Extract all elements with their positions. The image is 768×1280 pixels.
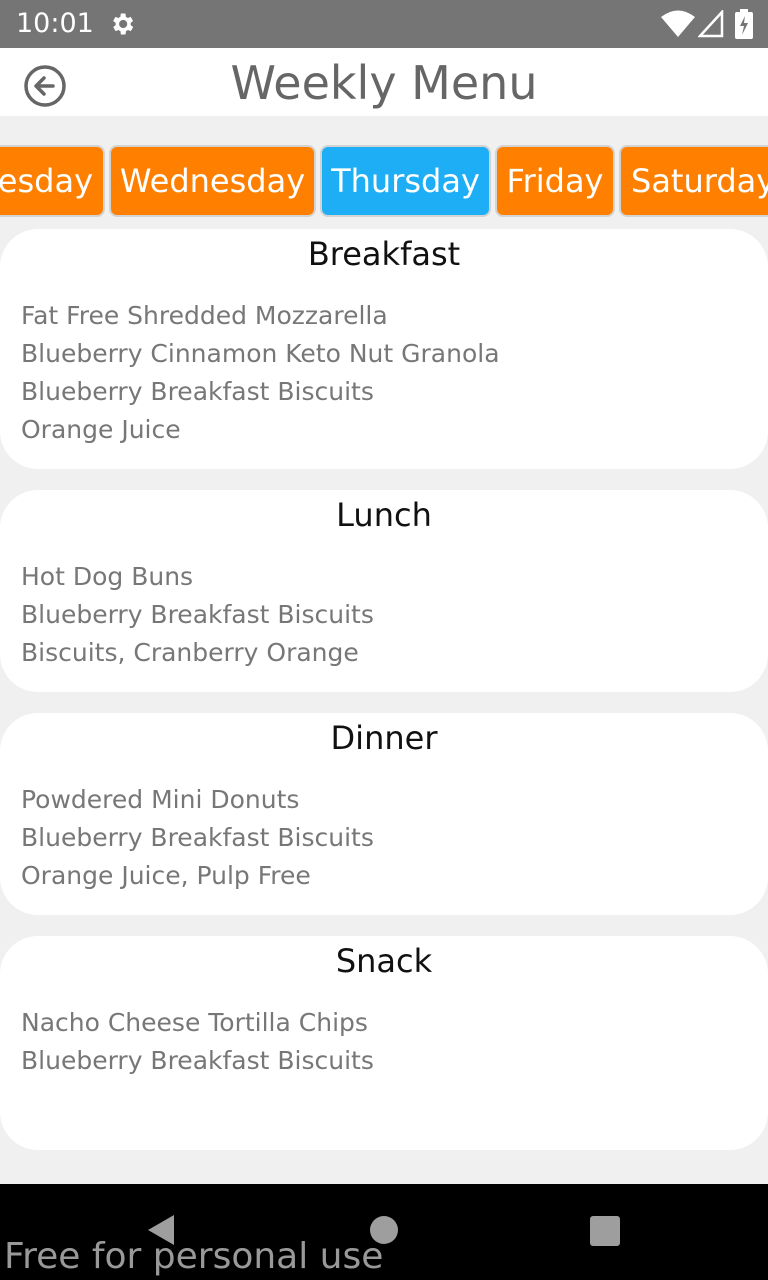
tab-saturday[interactable]: Saturday <box>619 145 768 217</box>
dinner-items: Powdered Mini Donuts Blueberry Breakfast… <box>21 781 374 895</box>
gear-icon <box>113 13 134 35</box>
dinner-card: Dinner Powdered Mini Donuts Blueberry Br… <box>0 713 768 915</box>
snack-items: Nacho Cheese Tortilla Chips Blueberry Br… <box>21 1004 374 1080</box>
lunch-card: Lunch Hot Dog Buns Blueberry Breakfast B… <box>0 490 768 692</box>
breakfast-title: Breakfast <box>307 235 461 273</box>
tab-tuesday[interactable]: esday <box>0 145 105 217</box>
battery-icon <box>735 9 753 39</box>
day-tabs: esday Wednesday Thursday Friday Saturday <box>0 145 768 218</box>
list-item: Fat Free Shredded Mozzarella <box>21 301 388 330</box>
app-bar: Weekly Menu <box>0 48 768 116</box>
list-item: Blueberry Breakfast Biscuits <box>21 377 374 406</box>
status-time: 10:01 <box>16 8 94 39</box>
list-item: Blueberry Cinnamon Keto Nut Granola <box>21 339 500 368</box>
list-item: Hot Dog Buns <box>21 562 194 591</box>
breakfast-items: Fat Free Shredded Mozzarella Blueberry C… <box>21 297 500 449</box>
lunch-title: Lunch <box>336 496 432 534</box>
dinner-title: Dinner <box>330 719 438 757</box>
list-item: Orange Juice <box>21 415 181 444</box>
list-item: Blueberry Breakfast Biscuits <box>21 1046 374 1075</box>
breakfast-card: Breakfast Fat Free Shredded Mozzarella B… <box>0 229 768 469</box>
signal-icon <box>698 10 724 38</box>
list-item: Blueberry Breakfast Biscuits <box>21 600 374 629</box>
lunch-items: Hot Dog Buns Blueberry Breakfast Biscuit… <box>21 558 374 672</box>
page-title: Weekly Menu <box>230 56 538 110</box>
tab-friday[interactable]: Friday <box>495 145 615 217</box>
watermark: Free for personal use <box>4 1236 384 1277</box>
status-bar: 10:01 <box>0 0 768 48</box>
tab-wednesday[interactable]: Wednesday <box>109 145 316 217</box>
list-item: Powdered Mini Donuts <box>21 785 300 814</box>
tab-thursday[interactable]: Thursday <box>320 145 491 217</box>
snack-card: Snack Nacho Cheese Tortilla Chips Bluebe… <box>0 936 768 1150</box>
snack-title: Snack <box>335 942 433 980</box>
list-item: Nacho Cheese Tortilla Chips <box>21 1008 368 1037</box>
wifi-icon <box>661 10 695 37</box>
list-item: Biscuits, Cranberry Orange <box>21 638 359 667</box>
list-item: Orange Juice, Pulp Free <box>21 861 311 890</box>
nav-recent-apps-icon[interactable] <box>590 1216 620 1246</box>
list-item: Blueberry Breakfast Biscuits <box>21 823 374 852</box>
